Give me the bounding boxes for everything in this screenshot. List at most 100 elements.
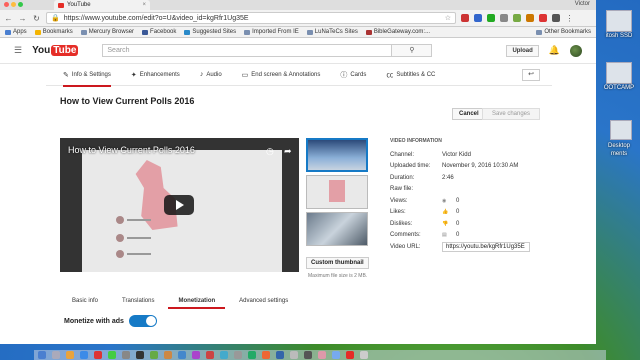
- search-input[interactable]: Search: [102, 44, 393, 57]
- app-icon[interactable]: [220, 351, 228, 359]
- tab-cards[interactable]: ⓘ Cards: [340, 64, 366, 86]
- bookmark-suggested[interactable]: Suggested Sites: [184, 29, 236, 35]
- subtab-basic-info[interactable]: Basic info: [60, 294, 110, 309]
- save-changes-button[interactable]: Save changes: [482, 108, 540, 120]
- app-icon[interactable]: [178, 351, 186, 359]
- bookmark-label: Facebook: [150, 29, 177, 35]
- tab-subtitles[interactable]: ㏄ Subtitles & CC: [386, 64, 435, 86]
- launchpad-icon[interactable]: [52, 351, 60, 359]
- share-icon[interactable]: ➦: [284, 146, 292, 157]
- zoom-window-icon[interactable]: [18, 2, 23, 7]
- video-player[interactable]: How to View Current Polls 2016 ◷ ➦: [60, 138, 299, 272]
- tab-enhancements[interactable]: ✦ Enhancements: [131, 64, 180, 86]
- tab-info-settings[interactable]: ✎ Info & Settings: [63, 64, 111, 87]
- close-window-icon[interactable]: [4, 2, 9, 7]
- candidate-photo: [116, 216, 124, 224]
- bootcamp-drive-icon[interactable]: [606, 62, 632, 84]
- undo-button[interactable]: ↩: [522, 69, 540, 81]
- app-icon[interactable]: [276, 351, 284, 359]
- subtab-translations[interactable]: Translations: [110, 294, 166, 309]
- extension-icon-1[interactable]: [461, 14, 469, 22]
- extension-icon-3[interactable]: [487, 14, 495, 22]
- extension-icon-8[interactable]: [552, 14, 560, 22]
- bookmark-lunatecs[interactable]: LuNaTeCs Sites: [306, 29, 358, 35]
- bookmark-label: LuNaTeCs Sites: [314, 29, 358, 35]
- video-url-field[interactable]: https://youtu.be/kgRfr1Ug35E: [442, 241, 530, 252]
- reload-icon[interactable]: ↻: [32, 14, 41, 23]
- extension-icon-6[interactable]: [526, 14, 534, 22]
- settings-subtabs: Basic info Translations Monetization Adv…: [60, 294, 300, 309]
- app-icon[interactable]: [192, 351, 200, 359]
- bookmark-apps[interactable]: Apps: [5, 29, 27, 35]
- upload-button[interactable]: Upload: [506, 44, 539, 57]
- app-icon[interactable]: [248, 351, 256, 359]
- other-bookmarks[interactable]: Other Bookmarks: [536, 29, 591, 35]
- monetize-toggle[interactable]: [128, 315, 157, 327]
- tab-label: End screen & Annotations: [251, 71, 321, 78]
- info-row-comments: Comments: ▤ 0: [390, 230, 540, 242]
- search-button[interactable]: ⚲: [392, 44, 433, 57]
- avatar[interactable]: [570, 44, 582, 57]
- app-icon[interactable]: [66, 351, 74, 359]
- profile-name[interactable]: Victor: [575, 1, 590, 7]
- close-tab-icon[interactable]: ×: [142, 2, 146, 8]
- extension-icon-4[interactable]: [500, 14, 508, 22]
- folder-icon[interactable]: [610, 120, 632, 140]
- bookmark-biblegateway[interactable]: BibleGateway.com:...: [365, 29, 430, 35]
- notifications-bell-icon[interactable]: 🔔: [549, 45, 560, 56]
- browser-tab-youtube[interactable]: YouTube ×: [54, 0, 150, 10]
- bookmark-star-icon[interactable]: ☆: [445, 14, 451, 22]
- thumbs-up-icon: 👍: [442, 209, 449, 216]
- minimize-window-icon[interactable]: [11, 2, 16, 7]
- video-information: VIDEO INFORMATION Channel: Victor Kidd Up…: [390, 138, 540, 253]
- app-icon[interactable]: [304, 351, 312, 359]
- bookmark-imported[interactable]: Imported From IE: [244, 29, 299, 35]
- address-bar[interactable]: 🔒 https://www.youtube.com/edit?o=U&video…: [46, 12, 456, 24]
- bookmark-mercury[interactable]: Mercury Browser: [80, 29, 134, 35]
- app-icon[interactable]: [206, 351, 214, 359]
- app-icon[interactable]: [136, 351, 144, 359]
- app-icon[interactable]: [122, 351, 130, 359]
- app-icon[interactable]: [290, 351, 298, 359]
- bookmark-bookmarks[interactable]: Bookmarks: [34, 29, 73, 35]
- forward-icon[interactable]: →: [18, 14, 27, 23]
- bookmark-label: Bookmarks: [42, 29, 73, 35]
- youtube-logo[interactable]: You Tube: [32, 45, 79, 56]
- bookmark-facebook[interactable]: Facebook: [142, 29, 176, 35]
- tab-label: Cards: [350, 71, 367, 78]
- extension-icon-5[interactable]: [513, 14, 521, 22]
- extension-icon-2[interactable]: [474, 14, 482, 22]
- cancel-button[interactable]: Cancel: [452, 108, 486, 120]
- play-button[interactable]: [164, 195, 194, 215]
- info-label: Likes:: [390, 209, 406, 216]
- thumbnail-option[interactable]: [306, 175, 368, 209]
- desktop-label-desktop: Desktop: [607, 143, 630, 149]
- app-icon[interactable]: [262, 351, 270, 359]
- comment-icon: ▤: [442, 232, 447, 239]
- finder-icon[interactable]: [38, 351, 46, 359]
- subtab-advanced-settings[interactable]: Advanced settings: [227, 294, 300, 309]
- tab-audio[interactable]: ♪ Audio: [200, 64, 222, 86]
- thumbnail-option[interactable]: [306, 138, 368, 172]
- extension-icon-7[interactable]: [539, 14, 547, 22]
- safari-icon[interactable]: [80, 351, 88, 359]
- app-icon[interactable]: [234, 351, 242, 359]
- app-icon[interactable]: [318, 351, 326, 359]
- hamburger-menu-icon[interactable]: ☰: [14, 45, 22, 56]
- thumbnail-option[interactable]: [306, 212, 368, 246]
- app-icon[interactable]: [94, 351, 102, 359]
- tab-end-screen[interactable]: ▭ End screen & Annotations: [242, 64, 321, 86]
- custom-thumbnail-button[interactable]: Custom thumbnail: [306, 257, 369, 269]
- watch-later-icon[interactable]: ◷: [266, 146, 274, 157]
- back-icon[interactable]: ←: [4, 14, 13, 23]
- menu-icon[interactable]: ⋮: [565, 14, 574, 23]
- app-icon[interactable]: [332, 351, 340, 359]
- youtube-icon[interactable]: [346, 351, 354, 359]
- subtab-monetization[interactable]: Monetization: [166, 294, 227, 309]
- trash-icon[interactable]: [360, 351, 368, 359]
- app-icon[interactable]: [164, 351, 172, 359]
- app-icon[interactable]: [150, 351, 158, 359]
- player-title: How to View Current Polls 2016: [68, 145, 195, 155]
- hard-drive-icon[interactable]: [606, 10, 632, 32]
- chrome-icon[interactable]: [108, 351, 116, 359]
